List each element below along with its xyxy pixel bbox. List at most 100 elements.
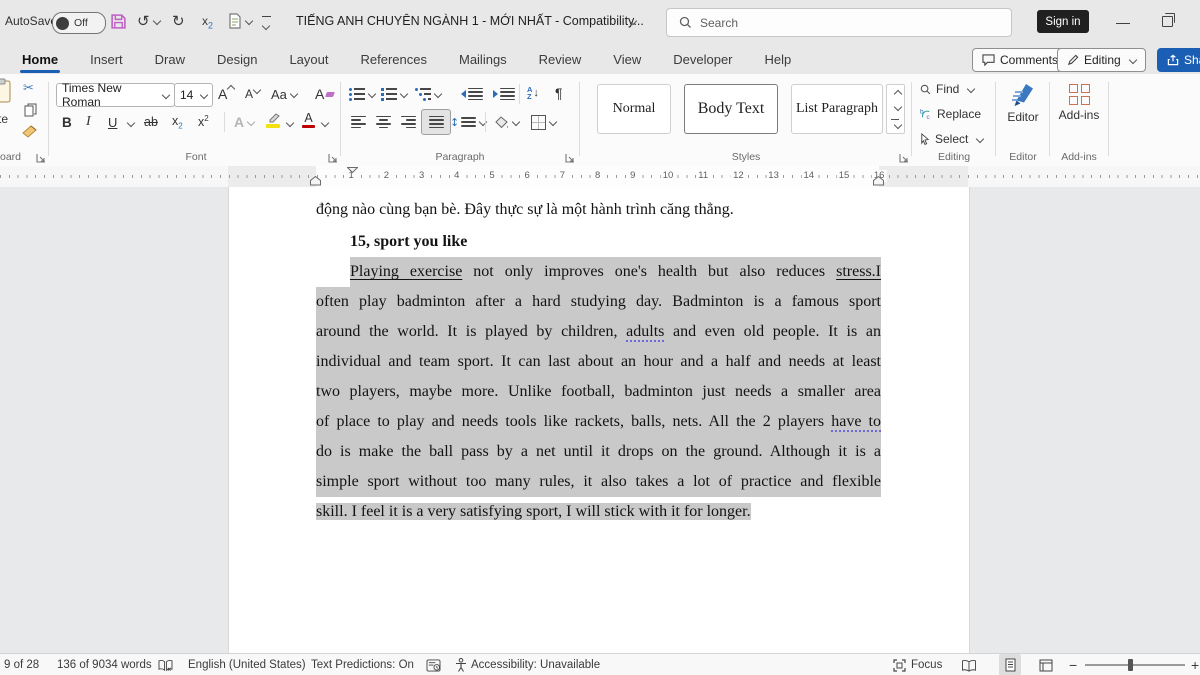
first-line-indent-marker[interactable]: [347, 167, 358, 173]
document-page[interactable]: động nào cùng bạn bè. Đây thực sự là một…: [228, 187, 970, 653]
underline-button[interactable]: U: [104, 110, 121, 134]
zoom-out-button[interactable]: −: [1069, 654, 1077, 675]
paste-label-partial[interactable]: te: [0, 112, 8, 126]
shading-button[interactable]: [490, 110, 523, 134]
print-layout-button[interactable]: [999, 654, 1021, 675]
highlight-chevron-icon[interactable]: [286, 119, 294, 127]
change-case-button[interactable]: Aa: [267, 82, 301, 106]
sign-in-button[interactable]: Sign in: [1037, 10, 1089, 33]
search-input[interactable]: Search: [666, 8, 1012, 37]
tab-home[interactable]: Home: [20, 48, 60, 71]
customize-qat-button[interactable]: [262, 16, 271, 35]
accessibility-button[interactable]: Accessibility: Unavailable: [455, 654, 600, 675]
decrease-indent-button[interactable]: [457, 82, 487, 106]
highlight-button[interactable]: [262, 108, 284, 132]
chevron-down-icon: [368, 90, 376, 98]
redo-button[interactable]: ↻: [172, 12, 185, 30]
undo-button[interactable]: ↺: [137, 12, 160, 30]
styles-scroll-up-icon[interactable]: [894, 90, 902, 98]
zoom-in-button[interactable]: +: [1191, 654, 1199, 675]
share-button[interactable]: Share: [1157, 48, 1200, 72]
subscript-qat-button[interactable]: x2: [202, 14, 213, 30]
right-indent-marker[interactable]: [873, 176, 884, 186]
language-indicator[interactable]: English (United States): [188, 654, 306, 675]
horizontal-ruler[interactable]: 12345678910111213141516: [0, 166, 1200, 187]
paste-options-qat-button[interactable]: [228, 13, 252, 29]
clipboard-dialog-launcher[interactable]: [36, 153, 46, 163]
paragraph-dialog-launcher[interactable]: [565, 153, 575, 163]
tab-help[interactable]: Help: [763, 48, 794, 71]
sort-button[interactable]: AZ ↓: [523, 81, 543, 105]
font-size-select[interactable]: 14: [174, 83, 213, 107]
underline-chevron-icon[interactable]: [127, 119, 135, 127]
autosave-toggle[interactable]: Off: [52, 12, 106, 34]
chevron-down-icon: [512, 118, 520, 126]
minimize-button[interactable]: —: [1116, 14, 1130, 30]
tab-references[interactable]: References: [359, 48, 429, 71]
style-list-paragraph[interactable]: List Paragraph: [791, 84, 883, 134]
line-spacing-button[interactable]: ↕: [446, 110, 490, 134]
numbering-button[interactable]: [377, 82, 411, 106]
grow-font-button[interactable]: A: [214, 82, 238, 106]
subscript-icon: x2: [172, 114, 183, 131]
italic-button[interactable]: I: [82, 110, 95, 134]
align-right-button[interactable]: [397, 110, 420, 134]
superscript-button[interactable]: x2: [194, 110, 213, 134]
save-button[interactable]: [110, 13, 127, 30]
align-center-button[interactable]: [372, 110, 395, 134]
page-indicator[interactable]: 9 of 28: [4, 654, 39, 675]
font-dialog-launcher[interactable]: [328, 153, 338, 163]
font-color-button[interactable]: A: [298, 108, 319, 132]
copy-icon[interactable]: [24, 103, 37, 117]
bold-button[interactable]: B: [58, 110, 76, 134]
align-left-button[interactable]: [347, 110, 370, 134]
replace-button[interactable]: bc Replace: [920, 107, 981, 121]
pilcrow-button[interactable]: ¶: [551, 81, 567, 105]
find-button[interactable]: Find: [920, 82, 974, 96]
update-history-button[interactable]: [426, 654, 441, 675]
format-painter-icon[interactable]: [22, 124, 37, 138]
bullets-button[interactable]: [345, 82, 379, 106]
zoom-slider-track[interactable]: [1085, 664, 1185, 666]
restore-button[interactable]: [1162, 16, 1173, 27]
text-predictions-indicator[interactable]: Text Predictions: On: [311, 654, 414, 675]
redo-icon: ↻: [172, 12, 185, 30]
left-indent-marker[interactable]: [310, 176, 321, 186]
font-color-chevron-icon[interactable]: [321, 119, 329, 127]
tab-mailings[interactable]: Mailings: [457, 48, 509, 71]
tab-draw[interactable]: Draw: [153, 48, 187, 71]
tab-developer[interactable]: Developer: [671, 48, 734, 71]
tab-view[interactable]: View: [611, 48, 643, 71]
tab-review[interactable]: Review: [537, 48, 584, 71]
tab-layout[interactable]: Layout: [287, 48, 330, 71]
comments-button[interactable]: Comments: [972, 48, 1068, 72]
editor-button[interactable]: Editor: [997, 80, 1049, 124]
strikethrough-button[interactable]: ab: [140, 110, 162, 134]
document-area[interactable]: động nào cùng bạn bè. Đây thực sự là một…: [0, 187, 1200, 653]
zoom-slider-handle[interactable]: [1128, 659, 1133, 671]
style-normal[interactable]: Normal: [597, 84, 671, 134]
borders-button[interactable]: [527, 110, 560, 134]
tab-insert[interactable]: Insert: [88, 48, 125, 71]
web-layout-button[interactable]: [1039, 654, 1053, 675]
focus-button[interactable]: Focus: [893, 654, 942, 675]
styles-scroll-down-icon[interactable]: [894, 103, 902, 111]
cut-icon[interactable]: ✂: [23, 81, 34, 96]
word-count[interactable]: 136 of 9034 words: [57, 654, 152, 675]
styles-dialog-launcher[interactable]: [899, 153, 909, 163]
increase-indent-button[interactable]: [489, 82, 519, 106]
multilevel-list-button[interactable]: [411, 82, 445, 106]
font-family-select[interactable]: Times New Roman: [56, 83, 175, 107]
addins-button[interactable]: Add-ins: [1051, 80, 1107, 122]
styles-more-icon[interactable]: [894, 121, 902, 129]
clear-formatting-button[interactable]: A: [311, 82, 338, 106]
text-effects-button[interactable]: A: [230, 110, 258, 134]
shrink-font-button[interactable]: A: [241, 82, 264, 106]
style-body-text[interactable]: Body Text: [684, 84, 778, 134]
tab-design[interactable]: Design: [215, 48, 259, 71]
proofing-status-button[interactable]: [158, 654, 173, 675]
editing-mode-button[interactable]: Editing: [1057, 48, 1146, 72]
subscript-button[interactable]: x2: [168, 110, 187, 134]
select-button[interactable]: Select: [920, 132, 983, 146]
read-mode-button[interactable]: [961, 654, 977, 675]
